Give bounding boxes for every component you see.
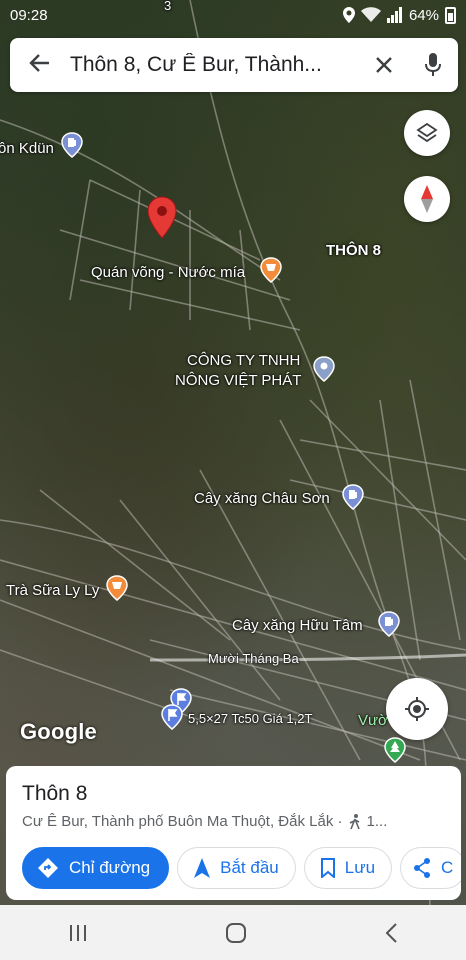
place-title: Thôn 8 xyxy=(22,782,88,805)
recent-apps-icon[interactable] xyxy=(68,923,88,943)
place-address: Cư Ê Bur, Thành phố Buôn Ma Thuột, Đắk L… xyxy=(22,813,343,830)
battery-icon xyxy=(445,6,456,24)
place-poi-icon[interactable] xyxy=(313,356,335,382)
search-query[interactable]: Thôn 8, Cư Ê Bur, Thành... xyxy=(70,53,360,77)
signal-icon xyxy=(386,7,402,23)
cafe-poi-icon[interactable] xyxy=(260,257,282,283)
status-time: 09:28 xyxy=(10,6,48,24)
action-chips: Chỉ đường Bắt đầu Lưu C xyxy=(22,847,461,889)
location-status-icon xyxy=(342,7,355,23)
back-nav-icon[interactable] xyxy=(384,922,398,944)
system-nav-bar xyxy=(0,905,466,960)
map-label-cay-xang-huu-tam[interactable]: Cây xăng Hữu Tâm xyxy=(232,617,363,634)
walk-time: 1... xyxy=(366,813,388,830)
search-bar[interactable]: Thôn 8, Cư Ê Bur, Thành... xyxy=(10,38,458,92)
location-pin-icon[interactable] xyxy=(146,196,178,240)
microphone-icon[interactable] xyxy=(408,53,458,77)
directions-button[interactable]: Chỉ đường xyxy=(22,847,170,889)
share-button[interactable]: C xyxy=(400,847,461,889)
home-icon[interactable] xyxy=(225,922,247,944)
status-bar: 09:28 64% xyxy=(0,0,466,30)
cafe-poi-icon[interactable] xyxy=(106,575,128,601)
gas-station-poi-icon[interactable] xyxy=(342,484,364,510)
flag-poi-icon[interactable] xyxy=(161,704,183,730)
place-sheet[interactable]: Thôn 8 Cư Ê Bur, Thành phố Buôn Ma Thuột… xyxy=(6,766,461,900)
save-label: Lưu xyxy=(344,858,376,877)
map-label-company-line2[interactable]: NÔNG VIỆT PHÁT xyxy=(175,372,301,389)
start-label: Bắt đầu xyxy=(220,858,279,877)
gas-station-poi-icon[interactable] xyxy=(61,132,83,158)
walking-icon xyxy=(349,813,360,829)
layers-icon xyxy=(416,122,438,143)
map-label-land-listing[interactable]: 5,5×27 Tc50 Giá 1,2T xyxy=(188,711,312,726)
gas-station-poi-icon[interactable] xyxy=(378,611,400,637)
directions-label: Chỉ đường xyxy=(69,858,151,877)
directions-icon xyxy=(38,858,58,878)
wifi-icon xyxy=(360,7,381,22)
close-icon[interactable] xyxy=(360,50,408,81)
battery-percent: 64% xyxy=(408,6,439,24)
place-subtitle: Cư Ê Bur, Thành phố Buôn Ma Thuột, Đắk L… xyxy=(22,813,461,830)
map-label-cay-xang-chau-son[interactable]: Cây xăng Châu Sơn xyxy=(194,490,330,507)
compass-button[interactable] xyxy=(404,176,450,222)
map-label-vuon[interactable]: Vườ xyxy=(358,712,388,729)
share-icon xyxy=(414,858,431,878)
map-label-road: Mười Tháng Ba xyxy=(208,651,299,666)
map-label-kdun[interactable]: ôn Kdün xyxy=(0,140,54,157)
my-location-button[interactable] xyxy=(386,678,448,740)
google-logo: Google xyxy=(20,719,97,744)
bookmark-icon xyxy=(320,858,335,878)
save-button[interactable]: Lưu xyxy=(303,847,393,889)
start-button[interactable]: Bắt đầu xyxy=(177,847,296,889)
navigation-arrow-icon xyxy=(194,858,211,878)
crosshair-icon xyxy=(405,697,429,721)
share-label: C xyxy=(441,858,454,877)
map-label-tra-sua[interactable]: Trà Sữa Ly Ly xyxy=(6,582,99,599)
park-poi-icon[interactable] xyxy=(384,737,406,763)
map-label-quan-vong[interactable]: Quán võng - Nước mía xyxy=(91,264,245,281)
map-label-company-line1[interactable]: CÔNG TY TNHH xyxy=(187,352,300,369)
layers-button[interactable] xyxy=(404,110,450,156)
map-label-thon8: THÔN 8 xyxy=(326,242,382,259)
back-arrow-icon[interactable] xyxy=(10,50,70,81)
compass-icon xyxy=(421,185,433,213)
